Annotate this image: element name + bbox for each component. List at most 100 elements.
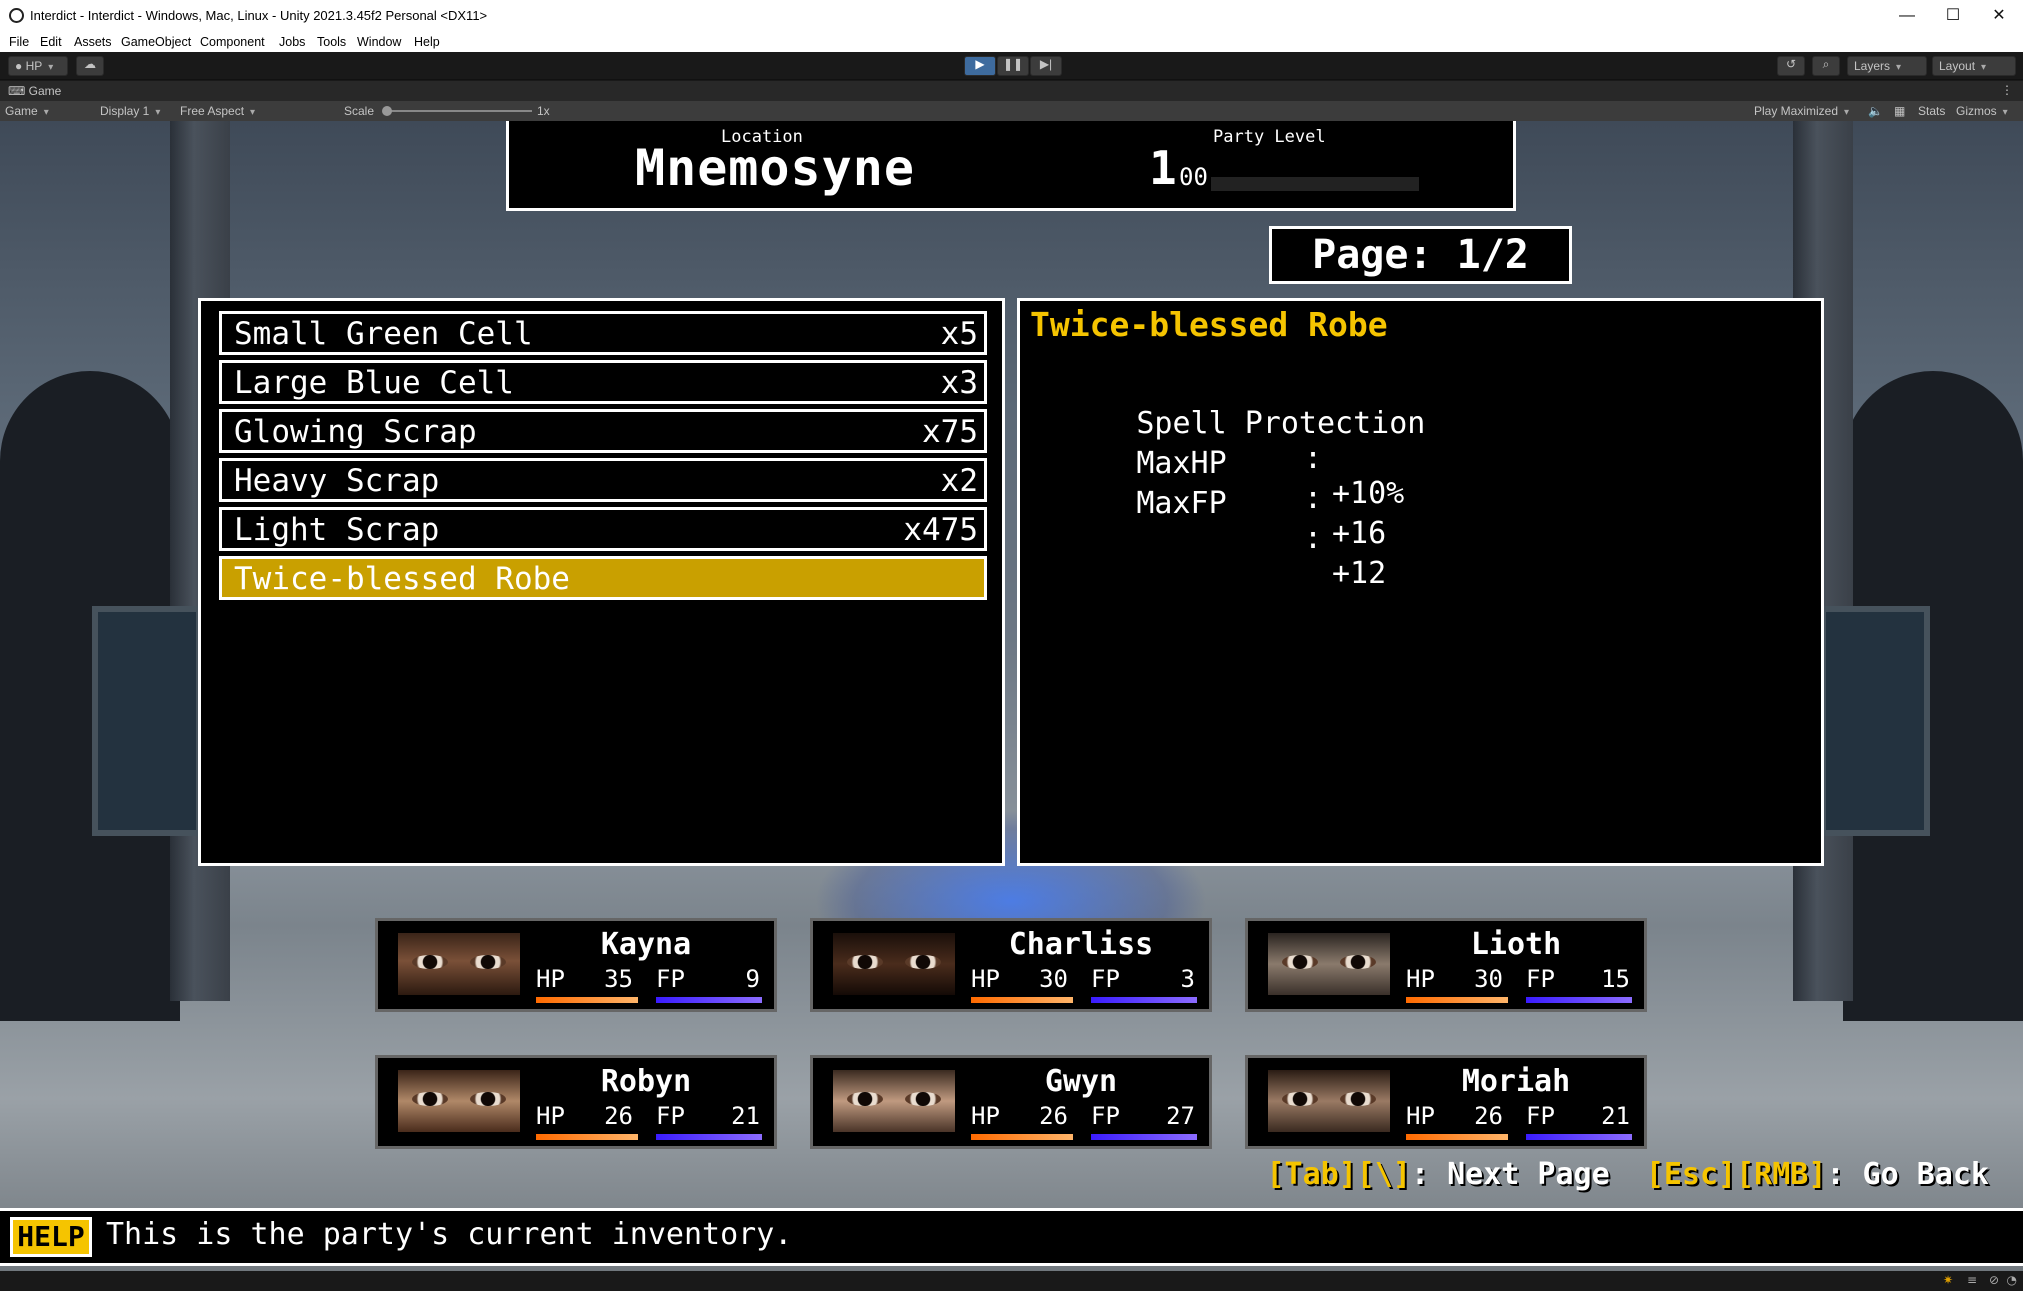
fp-value: 21 bbox=[1601, 1102, 1630, 1130]
menu-component[interactable]: Component bbox=[200, 35, 265, 49]
hp-bar bbox=[1406, 1134, 1508, 1140]
item-detail-panel: Twice-blessed Robe Spell Protection : +1… bbox=[1017, 298, 1824, 866]
inventory-list: Small Green Cell x5 Large Blue Cell x3 G… bbox=[198, 298, 1005, 866]
party-level-value: 1 bbox=[1149, 141, 1177, 195]
stat-value: +16 bbox=[1332, 516, 1387, 551]
go-back-keys: [Esc][RMB] bbox=[1645, 1157, 1827, 1192]
menu-window[interactable]: Window bbox=[357, 35, 401, 49]
fp-bar bbox=[1091, 1134, 1197, 1140]
layers-icon[interactable]: ≡ bbox=[1967, 1273, 1977, 1287]
cloud-icon[interactable]: ☁ bbox=[76, 56, 104, 76]
party-member-card[interactable]: Moriah HP 26 FP 21 bbox=[1245, 1055, 1647, 1149]
member-name: Lioth bbox=[1470, 927, 1562, 962]
play-mode-dropdown[interactable]: Play Maximized bbox=[1754, 104, 1849, 118]
stats-icon[interactable]: ▦ bbox=[1894, 104, 1905, 118]
party-member-card[interactable]: Lioth HP 30 FP 15 bbox=[1245, 918, 1647, 1012]
tab-menu-icon[interactable]: ⋮ bbox=[2001, 83, 2013, 97]
hp-value: 26 bbox=[1474, 1102, 1503, 1130]
game-view-bar: Game Display 1 Free Aspect Scale 1x Play… bbox=[0, 101, 2023, 121]
hp-value: 26 bbox=[604, 1102, 633, 1130]
gizmos-dropdown[interactable]: Gizmos bbox=[1956, 104, 2008, 118]
member-name: Moriah bbox=[1461, 1064, 1571, 1099]
menu-help[interactable]: Help bbox=[414, 35, 440, 49]
notifications-icon[interactable]: ◔ bbox=[2007, 1273, 2017, 1287]
game-tab[interactable]: ⌨ Game bbox=[8, 84, 61, 98]
party-member-card[interactable]: Kayna HP 35 FP 9 bbox=[375, 918, 777, 1012]
inventory-item[interactable]: Heavy Scrap x2 bbox=[219, 458, 987, 502]
inventory-item-selected[interactable]: Twice-blessed Robe bbox=[219, 556, 987, 600]
menu-gameobject[interactable]: GameObject bbox=[121, 35, 191, 49]
hp-label: HP bbox=[1406, 1102, 1435, 1130]
item-name: Heavy Scrap bbox=[234, 463, 440, 499]
hp-label: HP bbox=[971, 1102, 1000, 1130]
item-name: Small Green Cell bbox=[234, 316, 533, 352]
party-member-card[interactable]: Robyn HP 26 FP 21 bbox=[375, 1055, 777, 1149]
stat-separator: : bbox=[1304, 521, 1323, 556]
next-page-text: : Next Page bbox=[1411, 1157, 1646, 1192]
fp-label: FP bbox=[1091, 1102, 1120, 1130]
minimize-button[interactable]: — bbox=[1887, 4, 1927, 28]
hp-bar bbox=[971, 997, 1073, 1003]
location-name: Mnemosyne bbox=[635, 139, 915, 197]
stat-line: MaxFP : +12 bbox=[1028, 451, 1386, 626]
hp-value: 26 bbox=[1039, 1102, 1068, 1130]
fp-value: 3 bbox=[1180, 965, 1195, 993]
inventory-item[interactable]: Glowing Scrap x75 bbox=[219, 409, 987, 453]
hp-label: HP bbox=[971, 965, 1000, 993]
fp-value: 21 bbox=[731, 1102, 760, 1130]
hp-bar bbox=[536, 997, 638, 1003]
member-name: Kayna bbox=[600, 927, 692, 962]
scale-slider-handle[interactable] bbox=[382, 106, 392, 116]
menu-bar: File Edit Assets GameObject Component Jo… bbox=[0, 32, 2023, 52]
gamepad-icon: ⌨ bbox=[8, 84, 26, 98]
next-page-keys: [Tab][\] bbox=[1266, 1157, 1412, 1192]
item-name: Twice-blessed Robe bbox=[234, 561, 570, 597]
menu-assets[interactable]: Assets bbox=[74, 35, 112, 49]
history-icon[interactable]: ↺ bbox=[1777, 56, 1805, 76]
hp-bar bbox=[971, 1134, 1073, 1140]
sync-icon[interactable]: ⊘ bbox=[1989, 1273, 1999, 1287]
game-viewport[interactable]: Location Mnemosyne Party Level 1 00 Page… bbox=[0, 121, 2023, 1271]
bug-icon[interactable]: ✷ bbox=[1943, 1273, 1953, 1287]
play-button[interactable]: ▶ bbox=[964, 56, 996, 76]
close-button[interactable]: ✕ bbox=[1979, 4, 2019, 28]
portrait bbox=[398, 1070, 520, 1132]
menu-edit[interactable]: Edit bbox=[40, 35, 62, 49]
maximize-button[interactable]: ☐ bbox=[1933, 4, 1973, 28]
aspect-dropdown[interactable]: Free Aspect bbox=[180, 104, 255, 118]
portrait bbox=[833, 933, 955, 995]
party-member-card[interactable]: Gwyn HP 26 FP 27 bbox=[810, 1055, 1212, 1149]
hp-value: 35 bbox=[604, 965, 633, 993]
hp-label: HP bbox=[1406, 965, 1435, 993]
inventory-item[interactable]: Light Scrap x475 bbox=[219, 507, 987, 551]
help-badge: HELP bbox=[10, 1217, 92, 1257]
detail-title: Twice-blessed Robe bbox=[1030, 305, 1388, 344]
fp-label: FP bbox=[1526, 965, 1555, 993]
item-quantity: x3 bbox=[940, 365, 978, 401]
pause-button[interactable]: ❚❚ bbox=[997, 56, 1029, 76]
layout-dropdown[interactable]: Layout bbox=[1932, 56, 2016, 76]
party-member-card[interactable]: Charliss HP 30 FP 3 bbox=[810, 918, 1212, 1012]
inventory-item[interactable]: Large Blue Cell x3 bbox=[219, 360, 987, 404]
page-indicator: Page: 1/2 bbox=[1269, 226, 1572, 284]
go-back-text: : Go Back bbox=[1826, 1157, 1989, 1192]
view-dropdown[interactable]: Game bbox=[5, 104, 49, 118]
menu-file[interactable]: File bbox=[9, 35, 29, 49]
fp-bar bbox=[656, 1134, 762, 1140]
inventory-item[interactable]: Small Green Cell x5 bbox=[219, 311, 987, 355]
stats-button[interactable]: Stats bbox=[1918, 104, 1945, 118]
stat-value: +10% bbox=[1332, 476, 1405, 511]
step-button[interactable]: ▶| bbox=[1030, 56, 1062, 76]
menu-tools[interactable]: Tools bbox=[317, 35, 346, 49]
hp-bar bbox=[1406, 997, 1508, 1003]
item-quantity: x475 bbox=[903, 512, 978, 548]
display-dropdown[interactable]: Display 1 bbox=[100, 104, 160, 118]
fp-bar bbox=[1526, 1134, 1632, 1140]
search-icon[interactable]: ⌕ bbox=[1812, 56, 1840, 76]
fp-bar bbox=[1091, 997, 1197, 1003]
account-dropdown[interactable]: ● HP bbox=[8, 56, 68, 76]
scale-slider-track[interactable] bbox=[384, 110, 532, 112]
menu-jobs[interactable]: Jobs bbox=[279, 35, 305, 49]
mute-audio-icon[interactable]: 🔈 bbox=[1868, 104, 1883, 118]
layers-dropdown[interactable]: Layers bbox=[1847, 56, 1927, 76]
